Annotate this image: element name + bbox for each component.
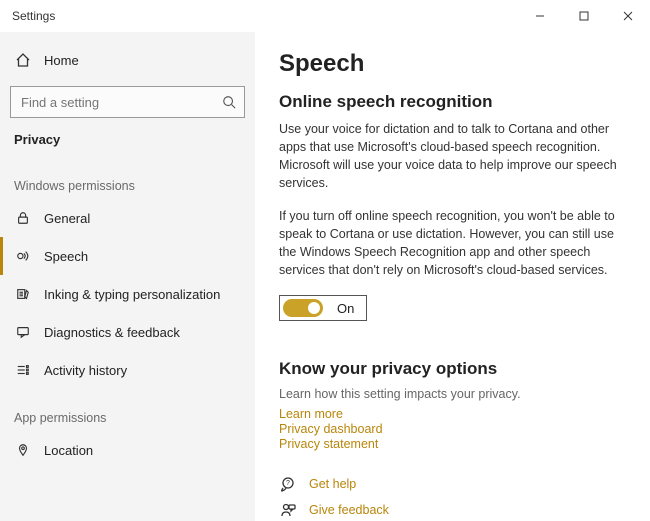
sidebar-item-label: General — [44, 211, 90, 226]
sidebar-item-inking[interactable]: Inking & typing personalization — [0, 275, 255, 313]
sidebar-home-label: Home — [44, 53, 79, 68]
titlebar: Settings — [0, 0, 650, 32]
sidebar: Home Privacy Windows permissions General — [0, 32, 255, 521]
link-label: Get help — [309, 477, 356, 491]
content-pane: Speech Online speech recognition Use you… — [255, 32, 650, 521]
sidebar-item-diagnostics[interactable]: Diagnostics & feedback — [0, 313, 255, 351]
group-app-permissions: App permissions — [0, 389, 255, 431]
sidebar-item-speech[interactable]: Speech — [0, 237, 255, 275]
sidebar-category[interactable]: Privacy — [0, 128, 255, 157]
section-online-speech-title: Online speech recognition — [279, 92, 620, 112]
sidebar-home[interactable]: Home — [0, 42, 255, 78]
sidebar-item-label: Activity history — [44, 363, 127, 378]
sidebar-item-activity[interactable]: Activity history — [0, 351, 255, 389]
link-give-feedback[interactable]: Give feedback — [279, 502, 620, 518]
link-privacy-statement[interactable]: Privacy statement — [279, 437, 620, 451]
close-button[interactable] — [606, 0, 650, 32]
sidebar-item-general[interactable]: General — [0, 199, 255, 237]
minimize-button[interactable] — [518, 0, 562, 32]
window-title: Settings — [12, 9, 55, 23]
inking-icon — [14, 287, 32, 301]
home-icon — [14, 52, 32, 68]
sidebar-item-location[interactable]: Location — [0, 431, 255, 469]
toggle-state-label: On — [337, 301, 354, 316]
section-online-speech-p2: If you turn off online speech recognitio… — [279, 207, 620, 280]
link-get-help[interactable]: ? Get help — [279, 476, 620, 492]
group-windows-permissions: Windows permissions — [0, 157, 255, 199]
page-title: Speech — [279, 50, 620, 78]
search-field[interactable] — [19, 94, 222, 111]
sidebar-item-label: Location — [44, 443, 93, 458]
sidebar-item-label: Speech — [44, 249, 88, 264]
link-label: Give feedback — [309, 503, 389, 517]
section-online-speech-p1: Use your voice for dictation and to talk… — [279, 120, 620, 193]
search-input[interactable] — [10, 86, 245, 118]
section-privacy-options-title: Know your privacy options — [279, 359, 620, 379]
feedback-icon — [14, 325, 32, 339]
sidebar-item-label: Inking & typing personalization — [44, 287, 220, 302]
link-privacy-dashboard[interactable]: Privacy dashboard — [279, 422, 620, 436]
sidebar-item-label: Diagnostics & feedback — [44, 325, 180, 340]
speech-icon — [14, 249, 32, 263]
location-icon — [14, 443, 32, 457]
toggle-knob — [308, 302, 320, 314]
toggle-pill — [283, 299, 323, 317]
link-learn-more[interactable]: Learn more — [279, 407, 620, 421]
svg-text:?: ? — [286, 480, 290, 487]
activity-icon — [14, 363, 32, 377]
lock-icon — [14, 211, 32, 225]
online-speech-toggle[interactable]: On — [279, 295, 367, 321]
help-icon: ? — [279, 476, 297, 492]
feedback-person-icon — [279, 502, 297, 518]
maximize-button[interactable] — [562, 0, 606, 32]
privacy-options-hint: Learn how this setting impacts your priv… — [279, 387, 620, 401]
search-icon — [222, 95, 236, 109]
